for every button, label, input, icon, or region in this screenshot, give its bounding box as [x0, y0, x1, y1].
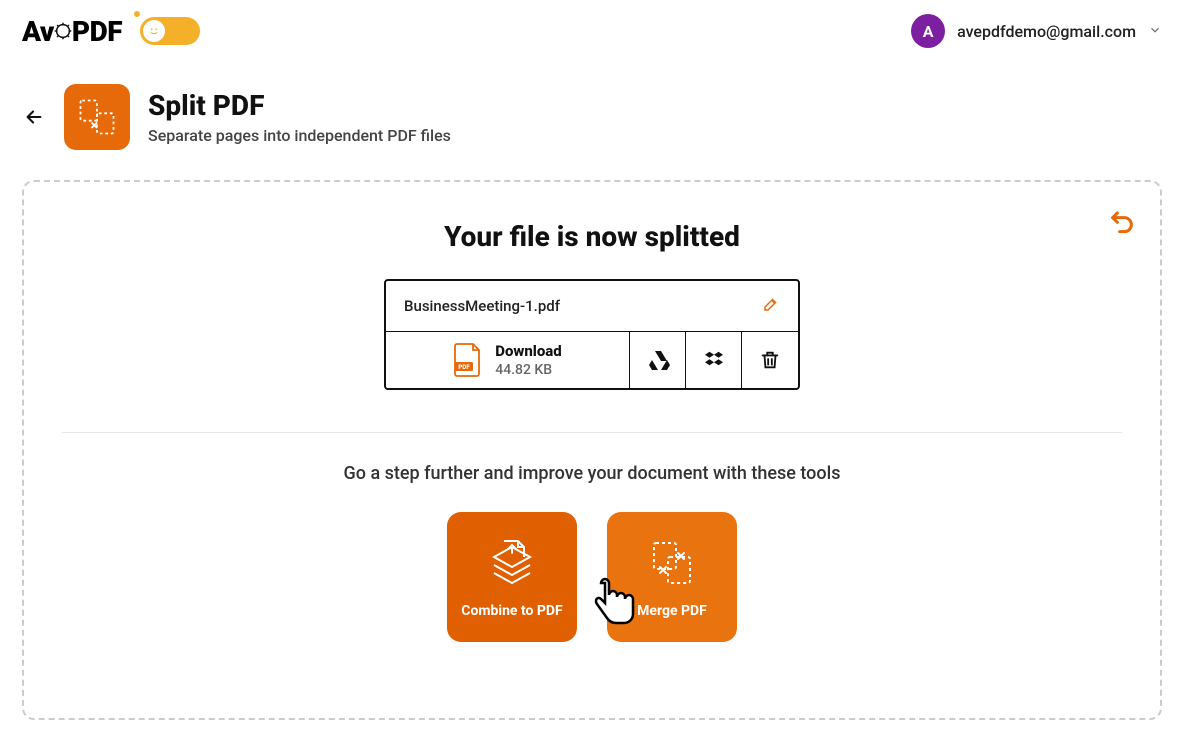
svg-text:PDF: PDF: [459, 363, 471, 371]
combine-to-pdf-card[interactable]: Combine to PDF: [447, 512, 577, 642]
save-to-dropbox-button[interactable]: [686, 332, 742, 388]
dropbox-icon: [702, 348, 726, 372]
pdf-file-icon: PDF: [453, 342, 483, 378]
theme-toggle[interactable]: [140, 17, 200, 45]
tool-title-row: Split PDF Separate pages into independen…: [0, 62, 1184, 160]
file-name: BusinessMeeting-1.pdf: [404, 297, 560, 315]
merge-label: Merge PDF: [637, 603, 707, 619]
brand-gear-icon: [52, 20, 74, 42]
app-header: Av PDF A avepdfdemo@gmail.com: [0, 0, 1184, 62]
page-subtitle: Separate pages into independent PDF file…: [148, 126, 451, 145]
further-text: Go a step further and improve your docum…: [42, 463, 1142, 484]
combine-icon: [484, 535, 540, 591]
brand-pre: Av: [22, 15, 54, 48]
chevron-down-icon: [1148, 22, 1162, 41]
user-email: avepdfdemo@gmail.com: [957, 22, 1136, 41]
avatar: A: [911, 14, 945, 48]
toggle-face-icon: [143, 20, 165, 42]
divider: [62, 432, 1122, 433]
file-result-box: BusinessMeeting-1.pdf PDF Download 44.82: [384, 279, 800, 390]
split-pdf-icon: [64, 84, 130, 150]
trash-icon: [759, 349, 781, 371]
undo-button[interactable]: [1108, 206, 1136, 238]
result-panel: Your file is now splitted BusinessMeetin…: [22, 180, 1162, 720]
brand-post: PDF: [72, 15, 122, 48]
merge-icon: [644, 535, 700, 591]
result-heading: Your file is now splitted: [42, 220, 1142, 253]
header-left: Av PDF: [22, 15, 200, 48]
brand-logo[interactable]: Av PDF: [22, 15, 122, 48]
tool-titles: Split PDF Separate pages into independen…: [148, 89, 451, 145]
download-labels: Download 44.82 KB: [495, 342, 562, 378]
rename-button[interactable]: [762, 295, 780, 317]
file-name-row: BusinessMeeting-1.pdf: [386, 281, 798, 332]
file-actions-row: PDF Download 44.82 KB: [386, 332, 798, 388]
download-button[interactable]: PDF Download 44.82 KB: [386, 332, 630, 388]
delete-button[interactable]: [742, 332, 798, 388]
save-to-drive-button[interactable]: [630, 332, 686, 388]
page-title: Split PDF: [148, 89, 451, 122]
user-menu[interactable]: A avepdfdemo@gmail.com: [911, 14, 1162, 48]
download-size: 44.82 KB: [495, 362, 552, 378]
suggested-tools: Combine to PDF Merge PDF: [42, 512, 1142, 642]
merge-pdf-card[interactable]: Merge PDF: [607, 512, 737, 642]
back-button[interactable]: [22, 105, 46, 129]
download-label: Download: [495, 342, 562, 360]
google-drive-icon: [646, 348, 670, 372]
combine-label: Combine to PDF: [461, 603, 562, 619]
